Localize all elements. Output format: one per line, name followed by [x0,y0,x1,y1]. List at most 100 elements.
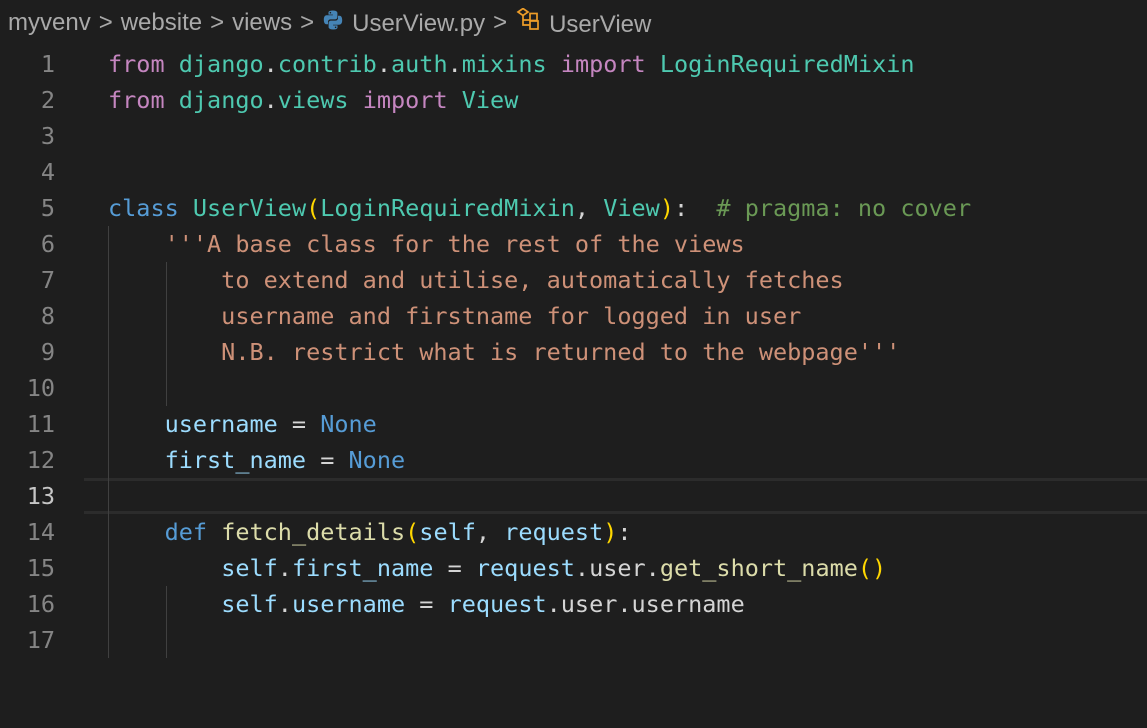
code-line[interactable]: 4 [0,154,1147,190]
code-token: = [277,410,321,438]
chevron-right-icon: > [493,9,508,36]
code-line[interactable]: 6 '''A base class for the rest of the vi… [0,226,1147,262]
code-token: fetch_details [221,518,406,546]
code-token: from [108,86,165,114]
line-number: 12 [26,446,55,474]
code-token: import [560,50,646,78]
line-number: 9 [40,338,55,366]
code-token: import [362,86,448,114]
code-text: to extend and utilise, automatically fet… [108,262,844,298]
code-token: None [320,410,377,438]
line-number: 4 [40,158,55,186]
code-line[interactable]: 13 [0,478,1147,514]
code-token: self [419,518,476,546]
breadcrumb-symbol-label: UserView [549,10,652,38]
line-number: 6 [40,230,55,258]
code-line[interactable]: 2 from django.views import View [0,82,1147,118]
code-line[interactable]: 11 username = None [0,406,1147,442]
code-token: . [376,50,391,78]
code-token: first_name [291,554,434,582]
code-token: . [277,590,292,618]
code-token: None [348,446,406,474]
indent-guide [108,226,109,658]
code-token: mixins [461,50,547,78]
code-line[interactable]: 7 to extend and utilise, automatically f… [0,262,1147,298]
code-token: . [447,50,462,78]
code-line[interactable]: 5 class UserView(LoginRequiredMixin, View… [0,190,1147,226]
code-line[interactable]: 10 [0,370,1147,406]
code-line[interactable]: 16 self.username = request.user.username [0,586,1147,622]
chevron-right-icon: > [210,9,225,36]
line-number: 17 [26,626,55,654]
code-token: user [589,554,646,582]
code-text: N.B. restrict what is returned to the we… [108,334,900,370]
code-token: self [221,554,278,582]
line-number: 5 [40,194,55,222]
line-number: 7 [40,266,55,294]
line-number: 8 [40,302,55,330]
code-line[interactable]: 9 N.B. restrict what is returned to the … [0,334,1147,370]
breadcrumb-file[interactable]: UserView.py [322,9,485,38]
code-token: get_short_name [659,554,858,582]
class-symbol-icon [515,7,541,32]
code-token: ) [603,518,618,546]
code-text: def fetch_details(self, request): [108,514,632,550]
code-token: to extend and utilise, automatically fet… [108,266,844,294]
code-text: class UserView(LoginRequiredMixin, View)… [108,190,971,226]
code-line[interactable]: 3 [0,118,1147,154]
code-token: # pragma: no cover [716,194,972,222]
code-text: from django.views import View [108,82,518,118]
code-token: views [277,86,349,114]
code-token: username [291,590,406,618]
code-line[interactable]: 8 username and firstname for logged in u… [0,298,1147,334]
code-token: = [306,446,349,474]
code-token: ) [659,194,674,222]
breadcrumb-website[interactable]: website [121,9,202,37]
code-text: username = None [108,406,377,442]
code-token: . [645,554,660,582]
code-token: , [475,518,505,546]
code-token: django [178,50,264,78]
python-icon [322,9,344,31]
code-token: contrib [277,50,377,78]
line-number: 3 [40,122,55,150]
code-token: user [560,590,618,618]
code-area[interactable]: 1 from django.contrib.auth.mixins import … [0,46,1147,658]
breadcrumb-symbol[interactable]: UserView [515,7,652,39]
code-token: () [857,554,887,582]
chevron-right-icon: > [98,9,113,36]
breadcrumb-myvenv[interactable]: myvenv [8,9,91,37]
code-token: ( [405,518,420,546]
code-line[interactable]: 17 [0,622,1147,658]
code-line[interactable]: 1 from django.contrib.auth.mixins import … [0,46,1147,82]
code-token: request [475,554,575,582]
code-text: '''A base class for the rest of the view… [108,226,745,262]
code-line[interactable]: 15 self.first_name = request.user.get_sh… [0,550,1147,586]
code-token: : [617,518,632,546]
code-line[interactable]: 14 def fetch_details(self, request): [0,514,1147,550]
code-text: first_name = None [108,442,406,478]
code-token: = [405,590,448,618]
line-number: 2 [40,86,55,114]
code-text: self.first_name = request.user.get_short… [108,550,886,586]
code-text: username and firstname for logged in use… [108,298,801,334]
code-token: request [504,518,604,546]
code-token: N.B. restrict what is returned to the we… [108,338,901,366]
breadcrumb-views[interactable]: views [232,9,292,37]
code-token: username and firstname for logged in use… [108,302,802,330]
code-line[interactable]: 12 first_name = None [0,442,1147,478]
code-text: from django.contrib.auth.mixins import L… [108,46,915,82]
code-token: class [108,194,179,222]
chevron-right-icon: > [300,9,315,36]
code-token: . [617,590,632,618]
code-editor[interactable]: myvenv > website > views > UserView.py > [0,0,1147,728]
